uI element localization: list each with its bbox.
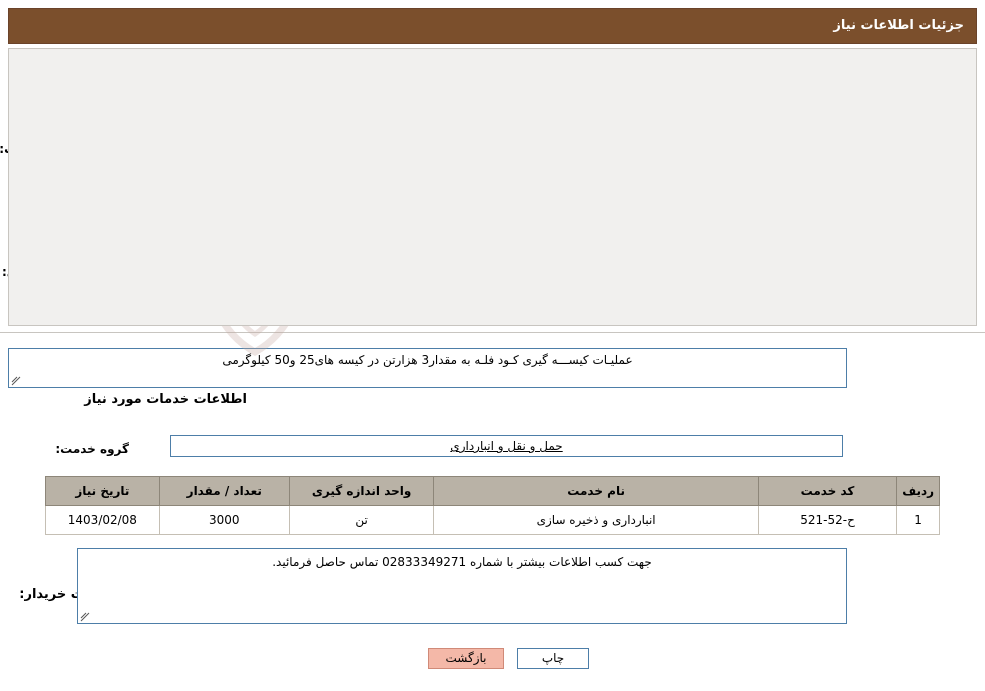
page-title: جزئیات اطلاعات نیاز bbox=[833, 18, 964, 33]
cell-row-number: 1 bbox=[896, 505, 940, 535]
divider bbox=[0, 332, 985, 333]
page-header: جزئیات اطلاعات نیاز bbox=[8, 8, 977, 44]
print-button[interactable]: چاپ bbox=[517, 648, 589, 669]
general-description-value: عملیـات کیســـه گیری کـود فلـه به مقدار3… bbox=[222, 353, 633, 367]
page-root: AriaTender.net جزئیات اطلاعات نیاز شماره… bbox=[0, 0, 985, 691]
col-service-name: نام خدمت bbox=[433, 476, 759, 506]
general-description-box: عملیـات کیســـه گیری کـود فلـه به مقدار3… bbox=[8, 348, 847, 388]
services-table: ردیف کد خدمت نام خدمت واحد اندازه گیری ت… bbox=[45, 476, 940, 535]
cell-service-code: ح-52-521 bbox=[757, 505, 898, 535]
col-need-date: تاریخ نیاز bbox=[45, 476, 160, 506]
back-button[interactable]: بازگشت bbox=[428, 648, 504, 669]
table-row: 1 ح-52-521 انبارداری و ذخیره سازی تن 300… bbox=[45, 505, 940, 535]
buyer-remarks-value: جهت کسب اطلاعات بیشتر با شماره 028333492… bbox=[272, 555, 652, 569]
col-service-code: کد خدمت bbox=[757, 476, 898, 506]
col-unit: واحد اندازه گیری bbox=[288, 476, 435, 506]
service-group-box: حمل و نقل و انبارداری bbox=[170, 435, 843, 457]
service-group-label: گروه خدمت: bbox=[55, 442, 129, 456]
table-header-row: ردیف کد خدمت نام خدمت واحد اندازه گیری ت… bbox=[45, 476, 940, 506]
service-group-value: حمل و نقل و انبارداری bbox=[450, 439, 563, 453]
resize-grip-icon bbox=[80, 612, 90, 622]
services-section-title: اطلاعات خدمات مورد نیاز bbox=[84, 392, 247, 407]
need-info-panel bbox=[8, 48, 977, 326]
col-row-number: ردیف bbox=[896, 476, 940, 506]
cell-quantity: 3000 bbox=[158, 505, 290, 535]
cell-unit: تن bbox=[288, 505, 435, 535]
resize-grip-icon bbox=[11, 376, 21, 386]
buyer-remarks-box: جهت کسب اطلاعات بیشتر با شماره 028333492… bbox=[77, 548, 847, 624]
cell-service-name: انبارداری و ذخیره سازی bbox=[433, 505, 759, 535]
cell-need-date: 1403/02/08 bbox=[45, 505, 160, 535]
col-quantity: تعداد / مقدار bbox=[158, 476, 290, 506]
